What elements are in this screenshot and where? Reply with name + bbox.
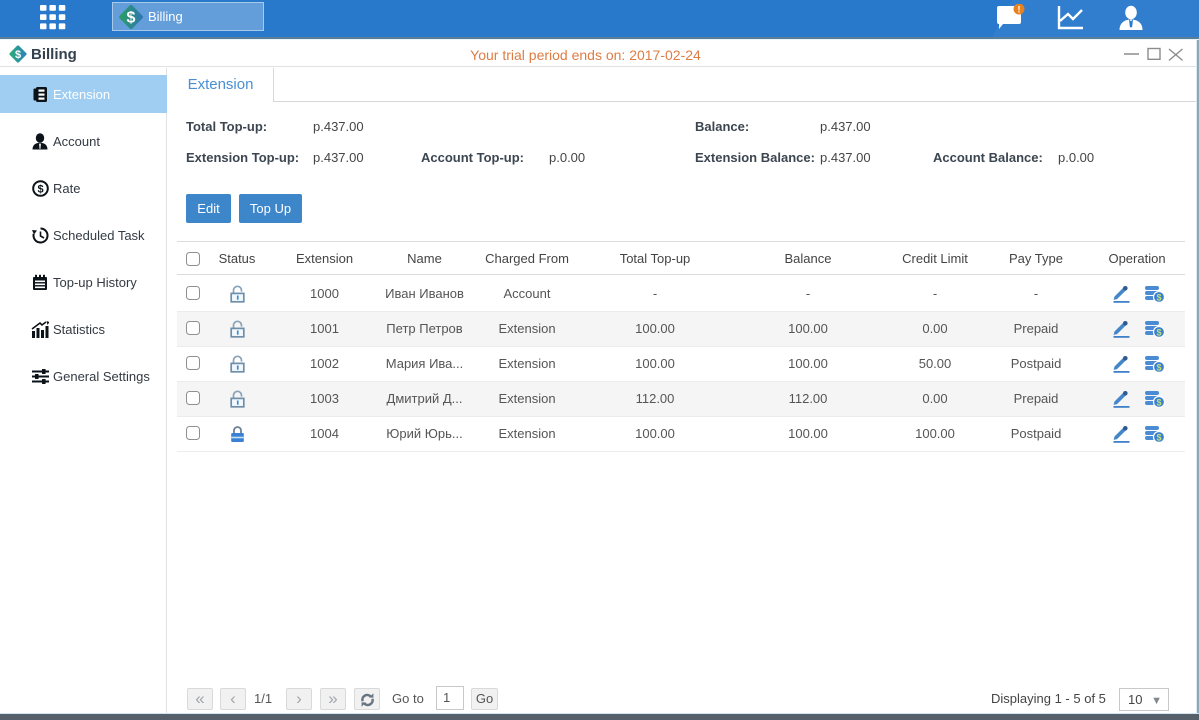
svg-text:$: $ [1156,328,1161,338]
svg-text:$: $ [37,183,43,195]
svg-text:$: $ [1156,363,1161,373]
svg-text:$: $ [1156,293,1161,303]
svg-text:!: ! [1018,5,1021,15]
svg-text:$: $ [1156,398,1161,408]
svg-text:$: $ [1156,433,1161,443]
svg-text:$: $ [127,9,136,26]
